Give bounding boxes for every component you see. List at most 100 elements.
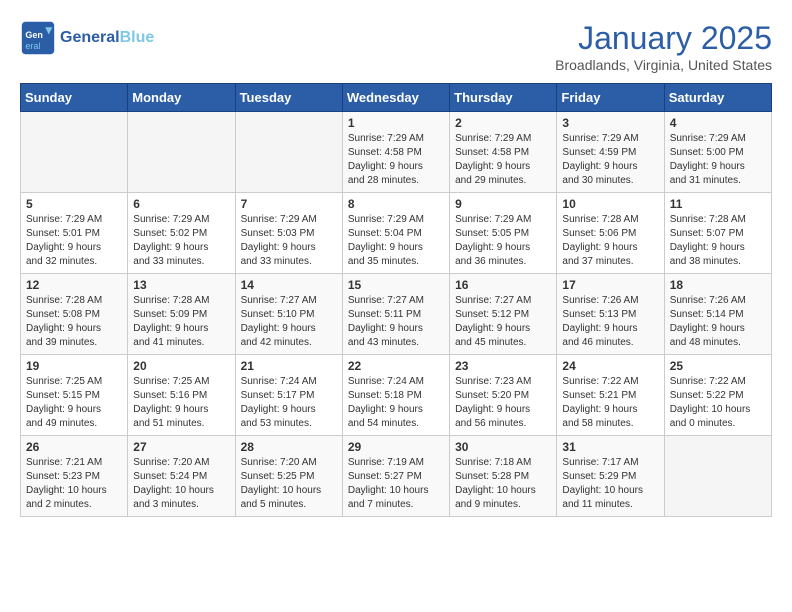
day-number: 5 [26,197,122,211]
calendar-cell: 21 Sunrise: 7:24 AM Sunset: 5:17 PM Dayli… [235,355,342,436]
calendar-cell [664,436,771,517]
calendar-cell: 31Sunrise: 7:17 AM Sunset: 5:29 PM Dayli… [557,436,664,517]
calendar-cell: 15 Sunrise: 7:27 AM Sunset: 5:11 PM Dayli… [342,274,449,355]
calendar-cell: 1 Sunrise: 7:29 AM Sunset: 4:58 PM Daylig… [342,112,449,193]
day-number: 19 [26,359,122,373]
day-info: Sunrise: 7:22 AM Sunset: 5:22 PM Dayligh… [670,375,766,431]
day-number: 6 [133,197,229,211]
day-number: 7 [241,197,337,211]
col-header-monday: Monday [128,84,235,112]
calendar-cell: 4 Sunrise: 7:29 AM Sunset: 5:00 PM Daylig… [664,112,771,193]
day-number: 3 [562,116,658,130]
calendar-cell: 5 Sunrise: 7:29 AM Sunset: 5:01 PM Daylig… [21,193,128,274]
day-number: 12 [26,278,122,292]
calendar-cell: 28Sunrise: 7:20 AM Sunset: 5:25 PM Dayli… [235,436,342,517]
calendar-cell: 11 Sunrise: 7:28 AM Sunset: 5:07 PM Dayli… [664,193,771,274]
day-number: 21 [241,359,337,373]
col-header-thursday: Thursday [450,84,557,112]
day-info: Sunrise: 7:28 AM Sunset: 5:06 PM Dayligh… [562,213,658,269]
day-info: Sunrise: 7:29 AM Sunset: 5:01 PM Dayligh… [26,213,122,269]
day-number: 28 [241,440,337,454]
day-info: Sunrise: 7:28 AM Sunset: 5:08 PM Dayligh… [26,294,122,350]
col-header-friday: Friday [557,84,664,112]
day-info: Sunrise: 7:27 AM Sunset: 5:10 PM Dayligh… [241,294,337,350]
col-header-wednesday: Wednesday [342,84,449,112]
day-info: Sunrise: 7:26 AM Sunset: 5:13 PM Dayligh… [562,294,658,350]
calendar-cell: 3Sunrise: 7:29 AM Sunset: 4:59 PM Daylig… [557,112,664,193]
day-number: 9 [455,197,551,211]
calendar-cell [21,112,128,193]
calendar-cell: 2 Sunrise: 7:29 AM Sunset: 4:58 PM Daylig… [450,112,557,193]
calendar-cell: 17 Sunrise: 7:26 AM Sunset: 5:13 PM Dayli… [557,274,664,355]
day-number: 17 [562,278,658,292]
calendar-cell: 18 Sunrise: 7:26 AM Sunset: 5:14 PM Dayli… [664,274,771,355]
logo: Gen eral GeneralBlue [20,20,154,56]
day-info: Sunrise: 7:28 AM Sunset: 5:07 PM Dayligh… [670,213,766,269]
calendar-cell: 9Sunrise: 7:29 AM Sunset: 5:05 PM Daylig… [450,193,557,274]
svg-text:Gen: Gen [25,30,43,40]
day-info: Sunrise: 7:26 AM Sunset: 5:14 PM Dayligh… [670,294,766,350]
day-number: 2 [455,116,551,130]
calendar-cell: 22 Sunrise: 7:24 AM Sunset: 5:18 PM Dayli… [342,355,449,436]
col-header-sunday: Sunday [21,84,128,112]
day-info: Sunrise: 7:29 AM Sunset: 5:02 PM Dayligh… [133,213,229,269]
day-info: Sunrise: 7:18 AM Sunset: 5:28 PM Dayligh… [455,456,551,512]
day-info: Sunrise: 7:22 AM Sunset: 5:21 PM Dayligh… [562,375,658,431]
day-info: Sunrise: 7:21 AM Sunset: 5:23 PM Dayligh… [26,456,122,512]
day-number: 8 [348,197,444,211]
calendar-cell: 20 Sunrise: 7:25 AM Sunset: 5:16 PM Dayli… [128,355,235,436]
day-info: Sunrise: 7:28 AM Sunset: 5:09 PM Dayligh… [133,294,229,350]
day-number: 26 [26,440,122,454]
day-info: Sunrise: 7:20 AM Sunset: 5:24 PM Dayligh… [133,456,229,512]
day-info: Sunrise: 7:25 AM Sunset: 5:15 PM Dayligh… [26,375,122,431]
day-info: Sunrise: 7:24 AM Sunset: 5:17 PM Dayligh… [241,375,337,431]
day-info: Sunrise: 7:29 AM Sunset: 4:58 PM Dayligh… [455,132,551,188]
month-title: January 2025 [555,20,772,57]
day-number: 18 [670,278,766,292]
day-info: Sunrise: 7:19 AM Sunset: 5:27 PM Dayligh… [348,456,444,512]
day-info: Sunrise: 7:29 AM Sunset: 5:04 PM Dayligh… [348,213,444,269]
day-number: 30 [455,440,551,454]
day-number: 20 [133,359,229,373]
page-header: Gen eral GeneralBlue January 2025 Broadl… [20,20,772,73]
day-info: Sunrise: 7:27 AM Sunset: 5:12 PM Dayligh… [455,294,551,350]
day-number: 15 [348,278,444,292]
calendar-cell: 10 Sunrise: 7:28 AM Sunset: 5:06 PM Dayli… [557,193,664,274]
day-info: Sunrise: 7:25 AM Sunset: 5:16 PM Dayligh… [133,375,229,431]
day-info: Sunrise: 7:17 AM Sunset: 5:29 PM Dayligh… [562,456,658,512]
calendar-cell: 24 Sunrise: 7:22 AM Sunset: 5:21 PM Dayli… [557,355,664,436]
calendar-cell [235,112,342,193]
calendar-table: SundayMondayTuesdayWednesdayThursdayFrid… [20,83,772,517]
day-number: 11 [670,197,766,211]
calendar-cell: 7 Sunrise: 7:29 AM Sunset: 5:03 PM Daylig… [235,193,342,274]
day-number: 27 [133,440,229,454]
calendar-cell: 29Sunrise: 7:19 AM Sunset: 5:27 PM Dayli… [342,436,449,517]
day-info: Sunrise: 7:29 AM Sunset: 5:00 PM Dayligh… [670,132,766,188]
col-header-saturday: Saturday [664,84,771,112]
calendar-cell: 23Sunrise: 7:23 AM Sunset: 5:20 PM Dayli… [450,355,557,436]
day-number: 22 [348,359,444,373]
calendar-cell: 26 Sunrise: 7:21 AM Sunset: 5:23 PM Dayli… [21,436,128,517]
calendar-cell: 8 Sunrise: 7:29 AM Sunset: 5:04 PM Daylig… [342,193,449,274]
day-number: 1 [348,116,444,130]
location: Broadlands, Virginia, United States [555,57,772,73]
day-info: Sunrise: 7:27 AM Sunset: 5:11 PM Dayligh… [348,294,444,350]
day-info: Sunrise: 7:29 AM Sunset: 5:03 PM Dayligh… [241,213,337,269]
day-number: 25 [670,359,766,373]
day-info: Sunrise: 7:29 AM Sunset: 4:58 PM Dayligh… [348,132,444,188]
day-info: Sunrise: 7:24 AM Sunset: 5:18 PM Dayligh… [348,375,444,431]
calendar-cell: 16Sunrise: 7:27 AM Sunset: 5:12 PM Dayli… [450,274,557,355]
day-number: 13 [133,278,229,292]
day-number: 10 [562,197,658,211]
calendar-cell [128,112,235,193]
day-number: 24 [562,359,658,373]
calendar-cell: 25 Sunrise: 7:22 AM Sunset: 5:22 PM Dayli… [664,355,771,436]
day-number: 23 [455,359,551,373]
svg-text:eral: eral [25,41,40,51]
logo-icon: Gen eral [20,20,56,56]
day-number: 14 [241,278,337,292]
calendar-cell: 27 Sunrise: 7:20 AM Sunset: 5:24 PM Dayli… [128,436,235,517]
day-number: 4 [670,116,766,130]
logo-text: GeneralBlue [60,29,154,47]
calendar-cell: 13 Sunrise: 7:28 AM Sunset: 5:09 PM Dayli… [128,274,235,355]
